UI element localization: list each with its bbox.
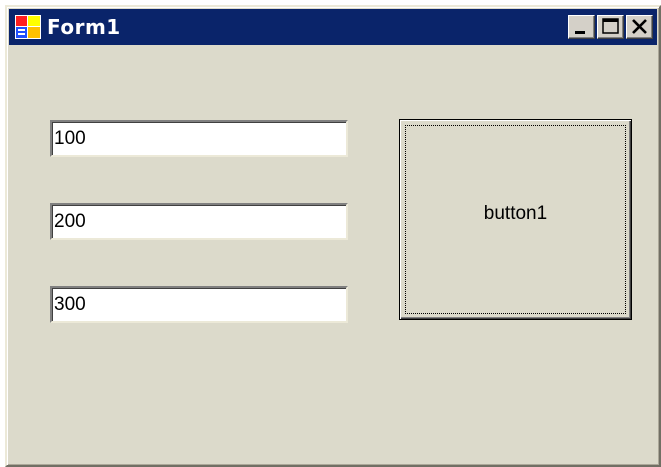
minimize-button[interactable]: [568, 15, 595, 39]
app-icon[interactable]: [15, 15, 41, 39]
maximize-button[interactable]: [597, 15, 624, 39]
textbox-2[interactable]: [50, 203, 348, 240]
title-bar[interactable]: Form1: [9, 9, 657, 45]
close-button[interactable]: [626, 15, 653, 39]
textbox-1[interactable]: [50, 120, 348, 157]
textbox-3[interactable]: [50, 286, 348, 323]
maximize-icon: [602, 18, 619, 34]
form1-window: Form1 button1: [5, 5, 661, 467]
window-title: Form1: [47, 15, 121, 39]
button1-label: button1: [483, 203, 548, 224]
close-icon: [632, 19, 647, 34]
button1[interactable]: button1: [399, 119, 632, 320]
minimize-icon: [575, 31, 585, 34]
